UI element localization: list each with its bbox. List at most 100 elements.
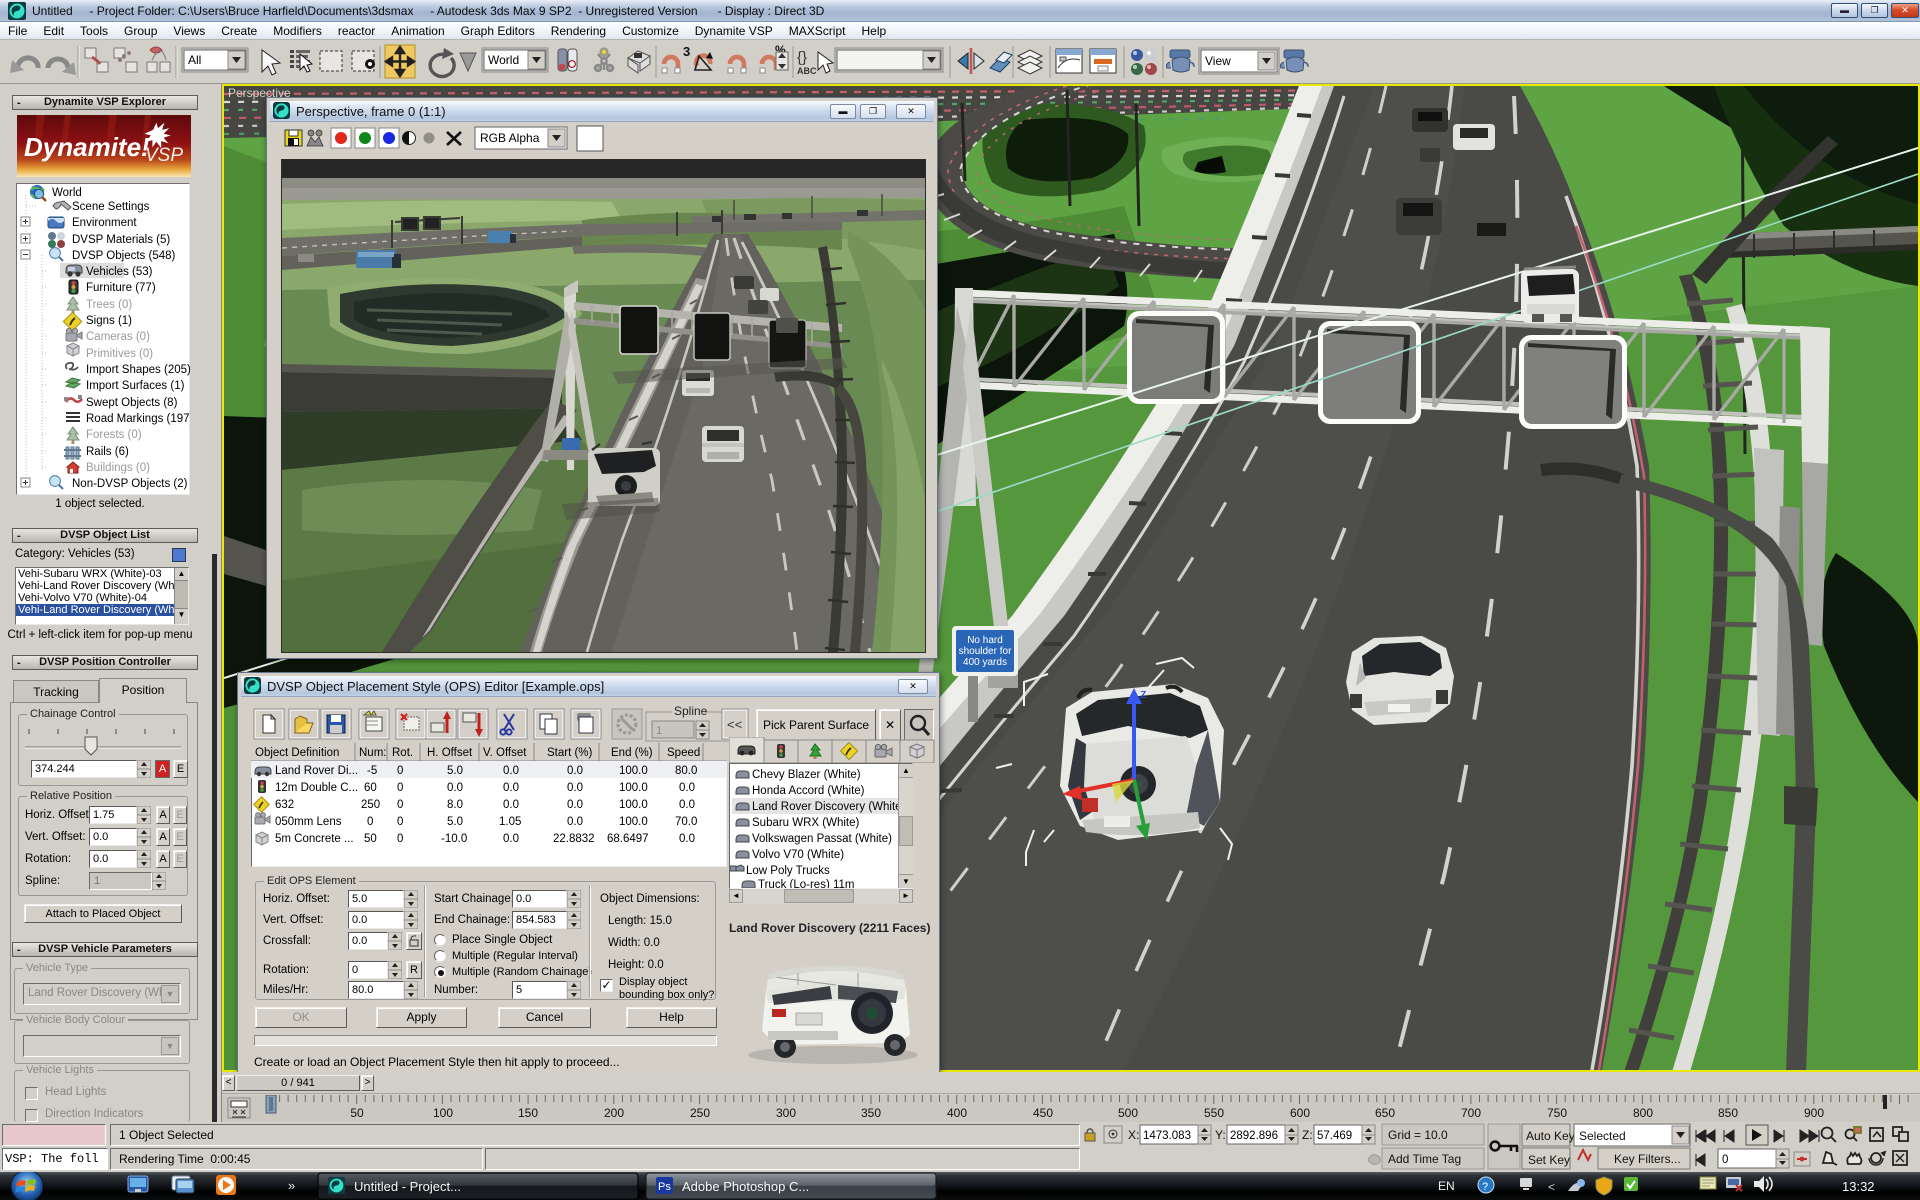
svg-text:0: 0 (397, 765, 403, 777)
svg-text:Dynamite!: Dynamite! (24, 132, 150, 162)
svg-text:100.0: 100.0 (619, 816, 648, 828)
svg-text:400: 400 (947, 1106, 967, 1120)
svg-text:Y:: Y: (1215, 1128, 1226, 1142)
svg-text:750: 750 (1547, 1106, 1567, 1120)
svg-text:50: 50 (350, 1106, 364, 1120)
svg-text:1: 1 (656, 725, 662, 737)
svg-text:Start (%): Start (%) (547, 747, 593, 759)
svg-text:700: 700 (1461, 1106, 1481, 1120)
svg-text:0.0: 0.0 (503, 799, 519, 811)
svg-text:Furniture (77): Furniture (77) (86, 282, 156, 294)
svg-text:1473.083: 1473.083 (1143, 1130, 1191, 1142)
svg-text:All: All (188, 53, 201, 67)
svg-text:Volkswagen Passat (White): Volkswagen Passat (White) (752, 833, 892, 845)
svg-text:shoulder for: shoulder for (959, 646, 1012, 657)
svg-text:800: 800 (1633, 1106, 1653, 1120)
svg-text:0: 0 (367, 816, 373, 828)
svg-text:5.0: 5.0 (447, 765, 463, 777)
svg-text:50: 50 (364, 833, 377, 845)
svg-text:Land Rover Di...: Land Rover Di... (275, 765, 358, 777)
svg-text:RGB Alpha: RGB Alpha (480, 131, 540, 145)
svg-text:Spline: Spline (674, 704, 708, 718)
svg-text:VSP: VSP (145, 145, 183, 166)
svg-text:-10.0: -10.0 (441, 833, 467, 845)
svg-text:Swept Objects (8): Swept Objects (8) (86, 397, 178, 409)
svg-text:100: 100 (433, 1106, 453, 1120)
svg-text:550: 550 (1204, 1106, 1224, 1120)
svg-text:250: 250 (361, 799, 380, 811)
svg-text:250: 250 (690, 1106, 710, 1120)
svg-text:Import Shapes (205): Import Shapes (205) (86, 364, 190, 376)
svg-text:Rails (6): Rails (6) (86, 446, 129, 458)
svg-text:Scene Settings: Scene Settings (72, 201, 150, 213)
svg-text:DVSP Materials (5): DVSP Materials (5) (72, 234, 170, 246)
svg-text:Non-DVSP Objects (2): Non-DVSP Objects (2) (72, 478, 188, 490)
svg-text:Vehicles (53): Vehicles (53) (86, 266, 153, 278)
svg-text:70.0: 70.0 (675, 816, 697, 828)
svg-text:Land Rover Discovery (White): Land Rover Discovery (White) (752, 801, 906, 813)
svg-text:3: 3 (683, 44, 690, 59)
svg-text:View: View (1205, 54, 1231, 68)
svg-text:Speed: Speed (667, 747, 700, 759)
svg-text:Adobe Photoshop C...: Adobe Photoshop C... (682, 1179, 809, 1194)
svg-text:5.0: 5.0 (447, 816, 463, 828)
svg-text:0.0: 0.0 (503, 765, 519, 777)
svg-text:Signs (1): Signs (1) (86, 315, 132, 327)
svg-text:H. Offset: H. Offset (427, 747, 473, 759)
svg-text:Low Poly Trucks: Low Poly Trucks (746, 865, 830, 877)
svg-text:350: 350 (861, 1106, 881, 1120)
svg-text:World: World (52, 187, 82, 199)
svg-text:»: » (288, 1178, 295, 1193)
svg-text:Selected: Selected (1579, 1129, 1626, 1143)
svg-text:60: 60 (364, 782, 377, 794)
svg-text:Honda Accord (White): Honda Accord (White) (752, 785, 865, 797)
svg-text:<: < (1548, 1180, 1555, 1194)
svg-text:Untitled - Project...: Untitled - Project... (354, 1179, 461, 1194)
svg-text:Chevy Blazer (White): Chevy Blazer (White) (752, 769, 861, 781)
svg-text:0: 0 (1722, 1154, 1728, 1166)
svg-text:0.0: 0.0 (503, 782, 519, 794)
svg-text:Rot.: Rot. (392, 747, 413, 759)
svg-text:World: World (488, 53, 519, 67)
svg-text:Subaru WRX (White): Subaru WRX (White) (752, 817, 860, 829)
svg-text:80.0: 80.0 (675, 765, 697, 777)
svg-text:Object Definition: Object Definition (255, 747, 339, 759)
svg-text:8.0: 8.0 (447, 799, 463, 811)
svg-text:Primitives (0): Primitives (0) (86, 348, 153, 360)
svg-text:100.0: 100.0 (619, 782, 648, 794)
svg-text:Key Filters...: Key Filters... (1614, 1152, 1681, 1166)
svg-text:650: 650 (1375, 1106, 1395, 1120)
svg-text:X:: X: (1128, 1128, 1139, 1142)
svg-text:100.0: 100.0 (619, 799, 648, 811)
svg-text:2892.896: 2892.896 (1230, 1130, 1278, 1142)
svg-text:z: z (1140, 686, 1147, 701)
svg-text:13:32: 13:32 (1842, 1179, 1875, 1194)
svg-text:22.8832: 22.8832 (553, 833, 595, 845)
svg-text:Add Time Tag: Add Time Tag (1388, 1152, 1461, 1166)
svg-text:-5: -5 (367, 765, 377, 777)
svg-text:Set Key: Set Key (1528, 1153, 1570, 1167)
svg-text:0.0: 0.0 (679, 833, 695, 845)
svg-text:600: 600 (1290, 1106, 1310, 1120)
svg-text:5m Concrete ...: 5m Concrete ... (275, 833, 354, 845)
svg-text:0.0: 0.0 (503, 833, 519, 845)
svg-text:0.0: 0.0 (567, 782, 583, 794)
svg-text:Num:: Num: (359, 747, 386, 759)
svg-text:Road Markings (197): Road Markings (197) (86, 413, 190, 425)
svg-text:100.0: 100.0 (619, 765, 648, 777)
svg-text:ABC: ABC (797, 66, 817, 76)
svg-text:632: 632 (275, 799, 294, 811)
svg-text:300: 300 (776, 1106, 796, 1120)
svg-text:150: 150 (518, 1106, 538, 1120)
svg-text:0.0: 0.0 (567, 799, 583, 811)
svg-text:No hard: No hard (967, 635, 1003, 646)
svg-text:0.0: 0.0 (679, 799, 695, 811)
svg-text:450: 450 (1033, 1106, 1053, 1120)
svg-text:Z:: Z: (1302, 1128, 1313, 1142)
svg-text:Trees (0): Trees (0) (86, 299, 132, 311)
svg-text:900: 900 (1804, 1106, 1824, 1120)
svg-text:0: 0 (397, 799, 403, 811)
svg-text:68.6497: 68.6497 (607, 833, 649, 845)
svg-text:12m Double C...: 12m Double C... (275, 782, 358, 794)
svg-text:850: 850 (1718, 1106, 1738, 1120)
